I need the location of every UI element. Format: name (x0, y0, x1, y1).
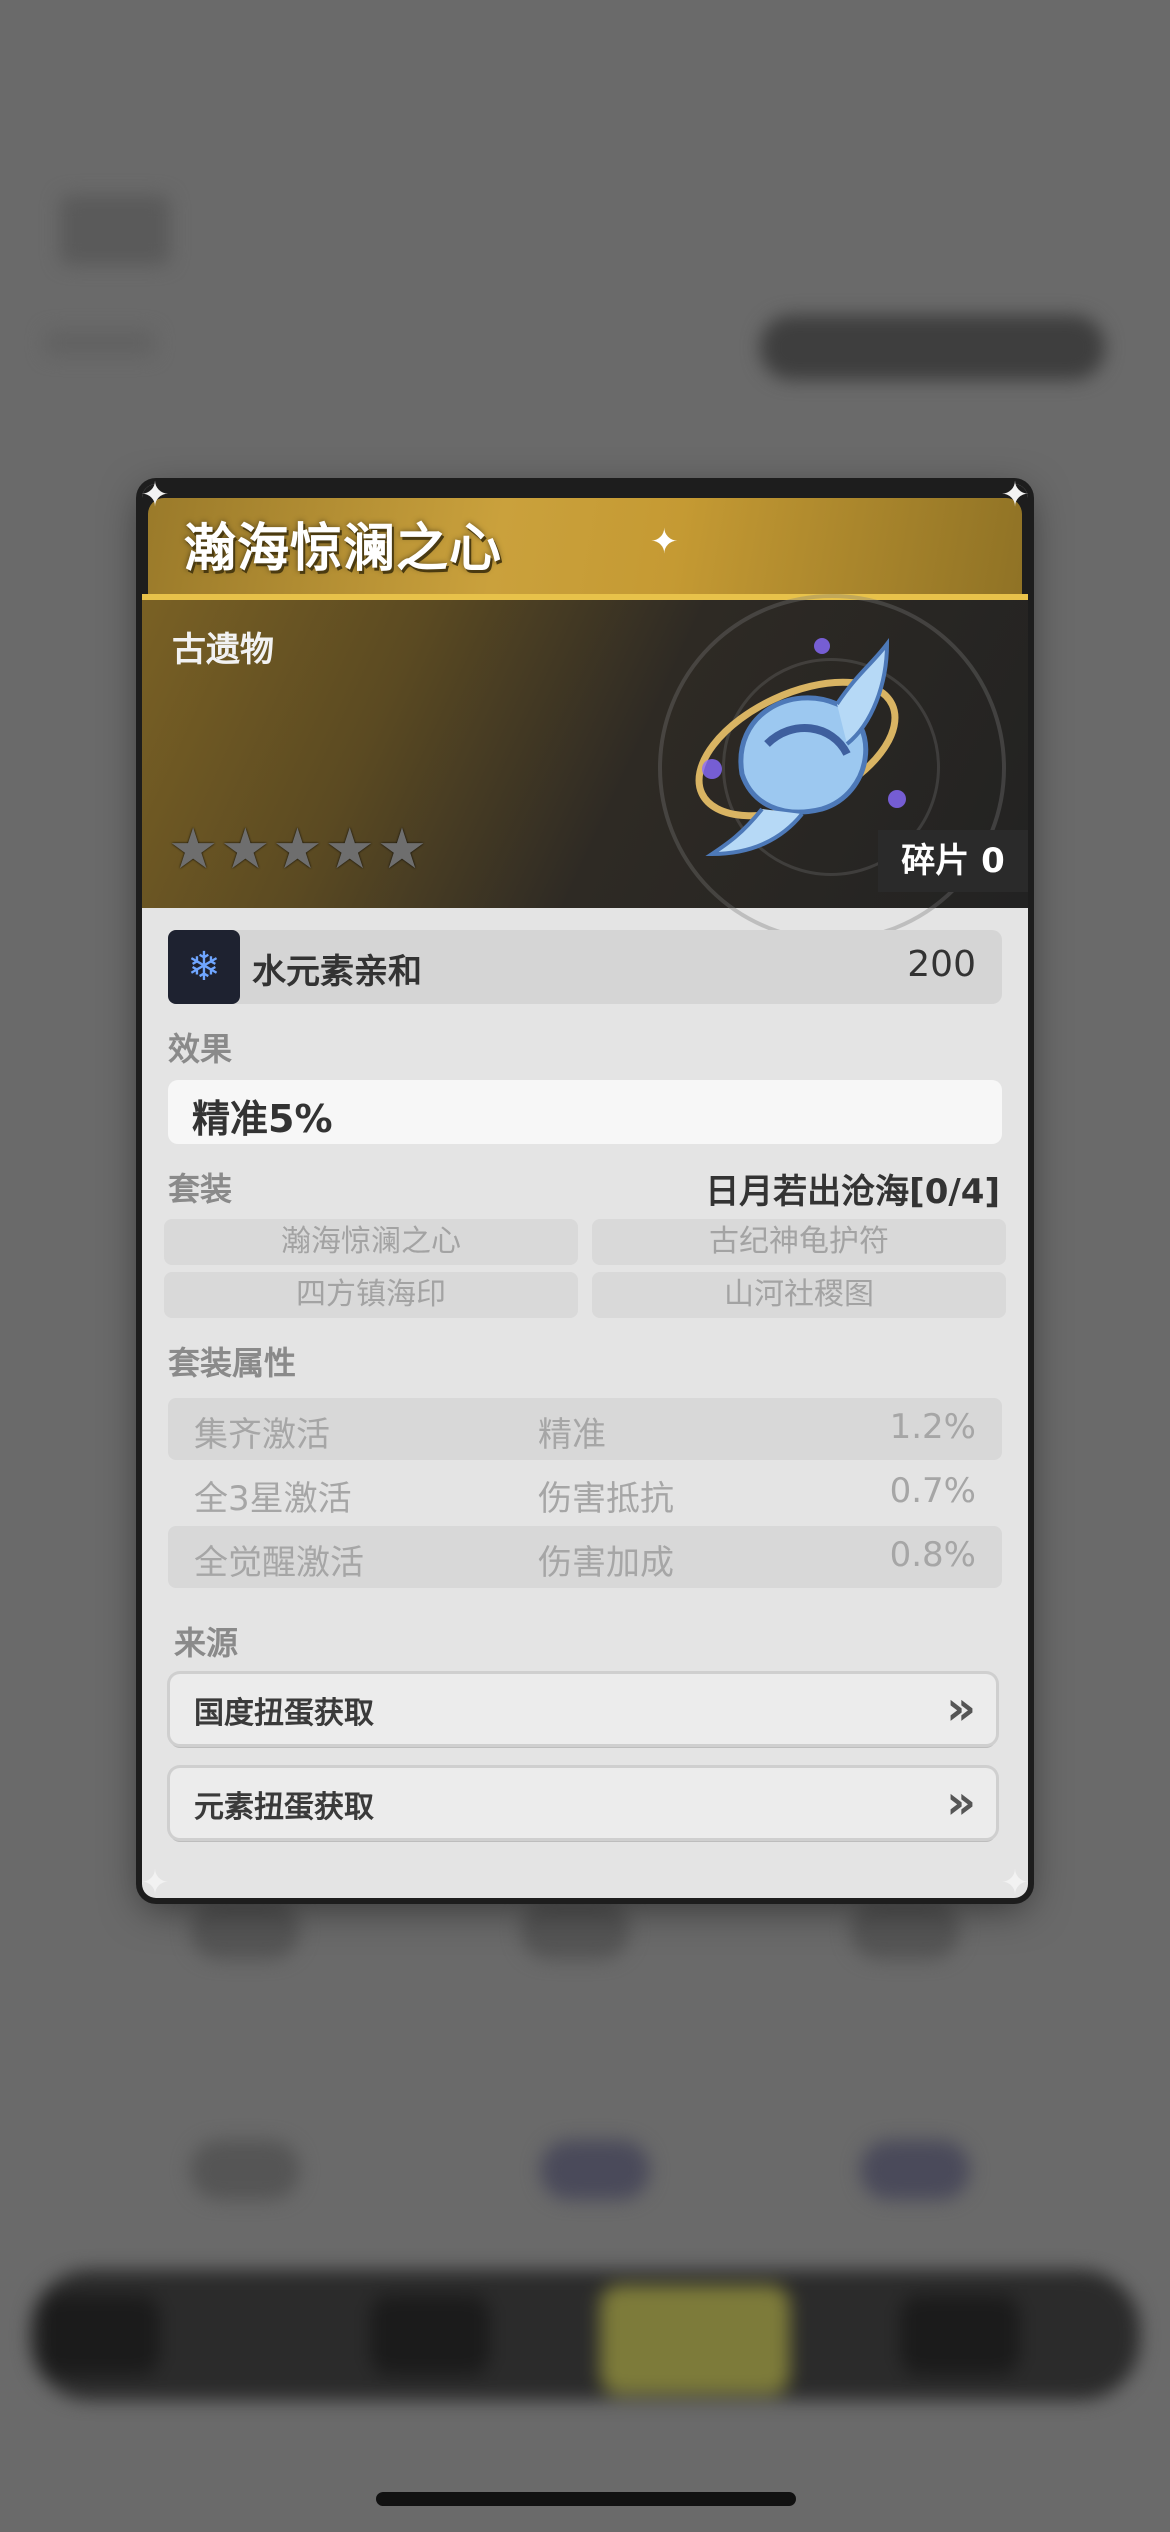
set-attributes-label: 套装属性 (168, 1344, 297, 1382)
gold-divider (142, 594, 1028, 600)
set-item: 瀚海惊澜之心 (164, 1219, 578, 1265)
source-label: 来源 (174, 1624, 239, 1662)
set-item: 四方镇海印 (164, 1272, 578, 1318)
source-button-element-gacha[interactable]: 元素扭蛋获取 » (170, 1768, 996, 1838)
corner-ornament-icon: ✦ (1000, 1863, 1030, 1903)
water-element-icon: ❄ (168, 930, 240, 1004)
star-empty-icon: ★ (220, 817, 271, 882)
set-item: 山河社稷图 (592, 1272, 1006, 1318)
element-affinity-row: ❄ 水元素亲和 200 (168, 930, 1002, 1004)
effect-label: 效果 (168, 1030, 233, 1068)
item-title: 瀚海惊澜之心 (184, 519, 503, 579)
source-button-nation-gacha[interactable]: 国度扭蛋获取 » (170, 1674, 996, 1744)
effect-text: 精准5% (192, 1097, 333, 1141)
set-attribute-row: 集齐激活 精准 1.2% (168, 1398, 1002, 1460)
attribute-value: 1.2% (889, 1407, 976, 1447)
attribute-stat: 伤害加成 (538, 1543, 674, 1583)
affinity-name: 水元素亲和 (252, 952, 422, 992)
fragment-count: 碎片 0 (878, 830, 1028, 892)
set-label: 套装 (168, 1170, 233, 1208)
set-attribute-row: 全3星激活 伤害抵抗 0.7% (168, 1462, 1002, 1524)
item-category: 古遗物 (172, 630, 274, 670)
sparkle-icon: ✦ (650, 522, 679, 562)
set-attribute-row: 全觉醒激活 伤害加成 0.8% (168, 1526, 1002, 1588)
card-header: 瀚海惊澜之心 ✦ 古遗物 ★ ★ ★ ★ ★ 碎片 0 (142, 484, 1028, 942)
set-name: 日月若出沧海[0/4] (705, 1172, 1000, 1212)
source-button-label: 国度扭蛋获取 (194, 1696, 374, 1731)
attribute-stat: 伤害抵抗 (538, 1479, 674, 1519)
attribute-value: 0.8% (889, 1535, 976, 1575)
corner-ornament-icon: ✦ (140, 1863, 170, 1903)
source-button-label: 元素扭蛋获取 (194, 1790, 374, 1825)
attribute-condition: 集齐激活 (194, 1415, 330, 1455)
double-chevron-right-icon: » (946, 1681, 976, 1735)
affinity-value: 200 (907, 944, 976, 985)
star-empty-icon: ★ (272, 817, 323, 882)
set-item: 古纪神龟护符 (592, 1219, 1006, 1265)
star-rating: ★ ★ ★ ★ ★ (168, 822, 427, 878)
star-empty-icon: ★ (324, 817, 375, 882)
attribute-condition: 全3星激活 (194, 1479, 352, 1519)
star-empty-icon: ★ (376, 817, 428, 882)
corner-ornament-icon: ✦ (1000, 475, 1030, 515)
attribute-condition: 全觉醒激活 (194, 1543, 364, 1583)
corner-ornament-icon: ✦ (140, 475, 170, 515)
double-chevron-right-icon: » (946, 1775, 976, 1829)
home-indicator[interactable] (376, 2492, 796, 2506)
star-empty-icon: ★ (168, 817, 219, 882)
attribute-stat: 精准 (538, 1415, 606, 1455)
relic-detail-card: 瀚海惊澜之心 ✦ 古遗物 ★ ★ ★ ★ ★ 碎片 0 ❄ 水元素亲和 200 (142, 484, 1028, 1898)
attribute-value: 0.7% (889, 1471, 976, 1511)
effect-box: 精准5% (168, 1080, 1002, 1144)
